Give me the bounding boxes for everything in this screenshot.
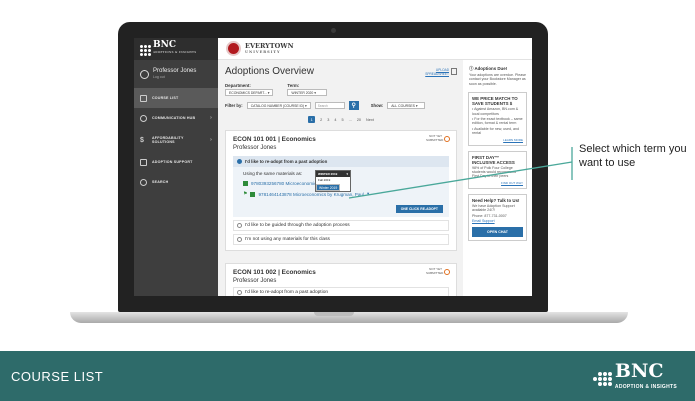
callout-line <box>348 147 573 199</box>
bnc-footer-logo: BNC ADOPTION & INSIGHTS <box>592 360 677 395</box>
footer-title: COURSE LIST <box>11 368 104 384</box>
callout-text: Select which term you want to use <box>579 143 687 169</box>
footer-brand: BNC ADOPTION & INSIGHTS <box>614 360 677 391</box>
footer-bar: COURSE LIST BNC ADOPTION & INSIGHTS <box>0 351 695 401</box>
bnc-dots-icon <box>592 372 612 386</box>
slide: BNC ADOPTIONS & INSIGHTS Professor Jones… <box>0 0 695 401</box>
